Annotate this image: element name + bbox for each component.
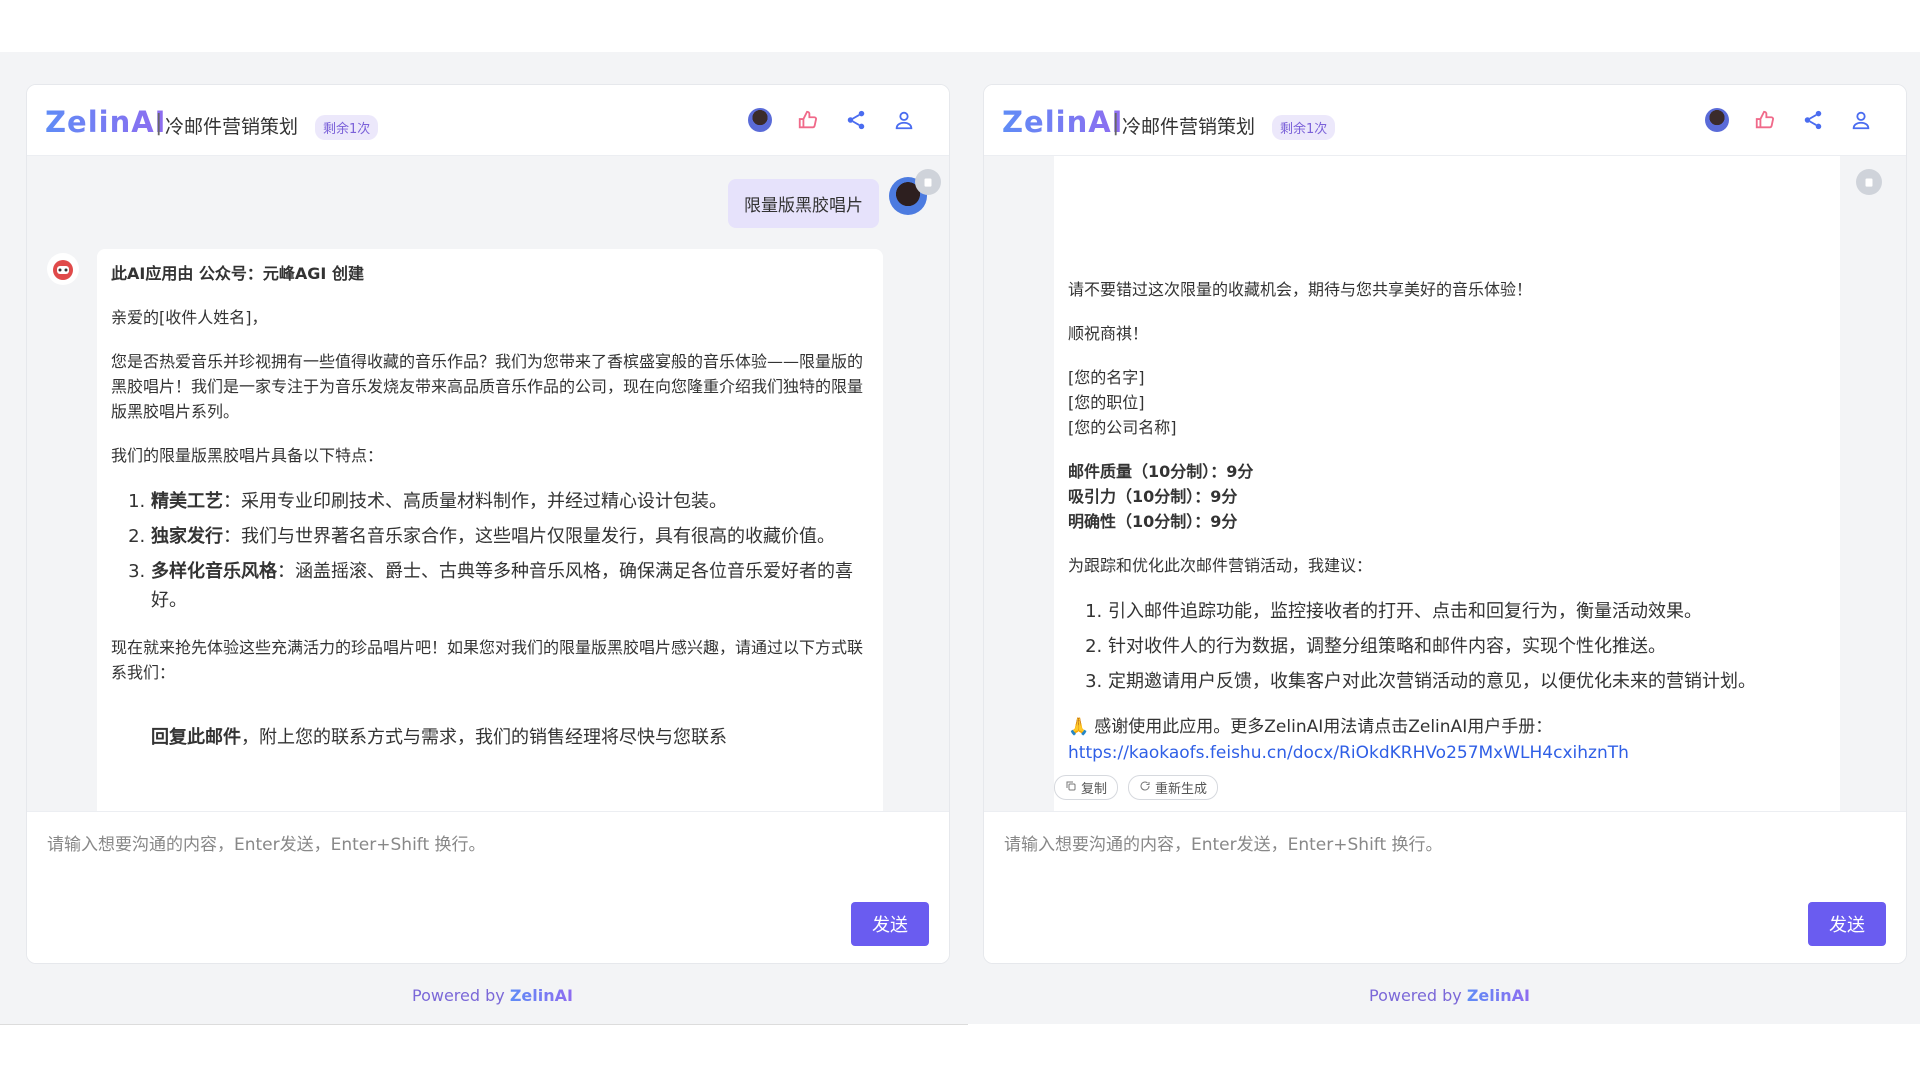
regenerate-button[interactable]: 重新生成 (1128, 775, 1219, 800)
send-button[interactable]: 发送 (1808, 902, 1886, 946)
closing-line: 请不要错过这次限量的收藏机会，期待与您共享美好的音乐体验！ (1068, 280, 1533, 299)
thanks-line: 🙏 感谢使用此应用。更多ZelinAI用法请点击ZelinAI用户手册： htt… (1068, 714, 1826, 766)
zelinai-logo: ZelinAI (45, 105, 167, 139)
list-item: 定期邀请用户反馈，收集客户对此次营销活动的意见，以便优化未来的营销计划。 (1108, 667, 1826, 696)
powered-by-right: Powered by ZelinAI (1369, 986, 1530, 1005)
bot-message: 此AI应用由 公众号：元峰AGI 创建 亲爱的[收件人姓名]， 您是否热爱音乐并… (97, 249, 883, 895)
zelinai-logo: ZelinAI (1002, 105, 1124, 139)
score-clarity: 明确性（10分制）：9分 (1068, 512, 1238, 531)
avatar-icon[interactable] (747, 107, 773, 133)
divider (0, 1024, 968, 1025)
chat-messages[interactable]: 限量版黑胶唱片 此AI应用由 公众号：元峰AGI 创建 亲爱的[收件人姓名]， … (27, 155, 949, 895)
score-appeal: 吸引力（10分制）：9分 (1068, 487, 1238, 506)
score-quality: 邮件质量（10分制）：9分 (1068, 462, 1254, 481)
chat-panel-left: ZelinAI | 冷邮件营销策划 剩余1次 限量版黑胶唱片 此AI应用由 公众… (26, 84, 950, 964)
thumbs-up-icon[interactable] (795, 107, 821, 133)
bot-avatar-icon (47, 253, 79, 285)
signature-company: [您的公司名称] (1068, 418, 1177, 437)
suggest-intro: 为跟踪和优化此次邮件营销活动，我建议： (1068, 556, 1373, 575)
chat-header: ZelinAI | 冷邮件营销策划 剩余1次 (984, 85, 1906, 156)
app-title: 冷邮件营销策划 (1122, 116, 1256, 138)
input-area: 请输入想要沟通的内容，Enter发送，Enter+Shift 换行。 发送 (27, 811, 949, 963)
copy-icon[interactable] (915, 169, 941, 195)
signature-name: [您的名字] (1068, 368, 1145, 387)
list-item: 引入邮件追踪功能，监控接收者的打开、点击和回复行为，衡量活动效果。 (1108, 597, 1826, 626)
pray-icon: 🙏 (1068, 717, 1090, 737)
message-input[interactable]: 请输入想要沟通的内容，Enter发送，Enter+Shift 换行。 (47, 830, 486, 855)
greeting: 亲爱的[收件人姓名]， (111, 308, 268, 327)
thanks-text: 感谢使用此应用。更多ZelinAI用法请点击ZelinAI用户手册： (1094, 717, 1553, 737)
avatar-icon[interactable] (1704, 107, 1730, 133)
title-separator: | (1112, 111, 1120, 136)
header-actions (747, 107, 917, 133)
signature-title: [您的职位] (1068, 393, 1145, 412)
send-button[interactable]: 发送 (851, 902, 929, 946)
remaining-badge: 剩余1次 (315, 115, 379, 140)
chat-header: ZelinAI | 冷邮件营销策划 剩余1次 (27, 85, 949, 156)
intro-paragraph: 您是否热爱音乐并珍视拥有一些值得收藏的音乐作品？我们为您带来了香槟盛宴般的音乐体… (111, 352, 864, 421)
manual-link[interactable]: https://kaokaofs.feishu.cn/docx/RiOkdKRH… (1068, 743, 1629, 763)
message-actions: 复制 重新生成 (1054, 775, 1219, 800)
app-title: 冷邮件营销策划 (165, 116, 299, 138)
message-input[interactable]: 请输入想要沟通的内容，Enter发送，Enter+Shift 换行。 (1004, 830, 1443, 855)
creator-line: 此AI应用由 公众号：元峰AGI 创建 (111, 264, 364, 283)
copy-icon[interactable] (1856, 169, 1882, 195)
suggestions-list: 引入邮件追踪功能，监控接收者的打开、点击和回复行为，衡量活动效果。 针对收件人的… (1068, 597, 1826, 696)
thumbs-up-icon[interactable] (1752, 107, 1778, 133)
user-icon[interactable] (1848, 107, 1874, 133)
title-separator: | (155, 111, 163, 136)
refresh-icon (1139, 780, 1151, 796)
list-item: 独家发行：我们与世界著名音乐家合作，这些唱片仅限量发行，具有很高的收藏价值。 (151, 522, 869, 551)
score-block: 邮件质量（10分制）：9分 吸引力（10分制）：9分 明确性（10分制）：9分 (1068, 459, 1826, 534)
share-icon[interactable] (1800, 107, 1826, 133)
features-intro: 我们的限量版黑胶唱片具备以下特点： (111, 446, 384, 465)
input-area: 请输入想要沟通的内容，Enter发送，Enter+Shift 换行。 发送 (984, 811, 1906, 963)
list-item: 多样化音乐风格：涵盖摇滚、爵士、古典等多种音乐风格，确保满足各位音乐爱好者的喜好… (151, 557, 869, 615)
cta-paragraph: 现在就来抢先体验这些充满活力的珍品唱片吧！如果您对我们的限量版黑胶唱片感兴趣，请… (111, 638, 864, 682)
list-item: 针对收件人的行为数据，调整分组策略和邮件内容，实现个性化推送。 (1108, 632, 1826, 661)
contact-line: 回复此邮件，附上您的联系方式与需求，我们的销售经理将尽快与您联系 (151, 727, 727, 748)
copy-button[interactable]: 复制 (1054, 775, 1119, 800)
header-actions (1704, 107, 1874, 133)
remaining-badge: 剩余1次 (1272, 115, 1336, 140)
user-message: 限量版黑胶唱片 (728, 179, 879, 228)
chat-messages[interactable]: 请不要错过这次限量的收藏机会，期待与您共享美好的音乐体验！ 顺祝商祺！ [您的名… (984, 155, 1906, 895)
list-item: 精美工艺：采用专业印刷技术、高质量材料制作，并经过精心设计包装。 (151, 487, 869, 516)
copy-icon (1065, 780, 1077, 796)
user-icon[interactable] (891, 107, 917, 133)
bot-message: 请不要错过这次限量的收藏机会，期待与您共享美好的音乐体验！ 顺祝商祺！ [您的名… (1054, 155, 1840, 839)
powered-by-left: Powered by ZelinAI (412, 986, 573, 1005)
features-list: 精美工艺：采用专业印刷技术、高质量材料制作，并经过精心设计包装。 独家发行：我们… (111, 487, 869, 615)
share-icon[interactable] (843, 107, 869, 133)
regards-line: 顺祝商祺！ (1068, 324, 1149, 343)
chat-panel-right: ZelinAI | 冷邮件营销策划 剩余1次 请不要错过这次限量的收藏机会，期待… (983, 84, 1907, 964)
